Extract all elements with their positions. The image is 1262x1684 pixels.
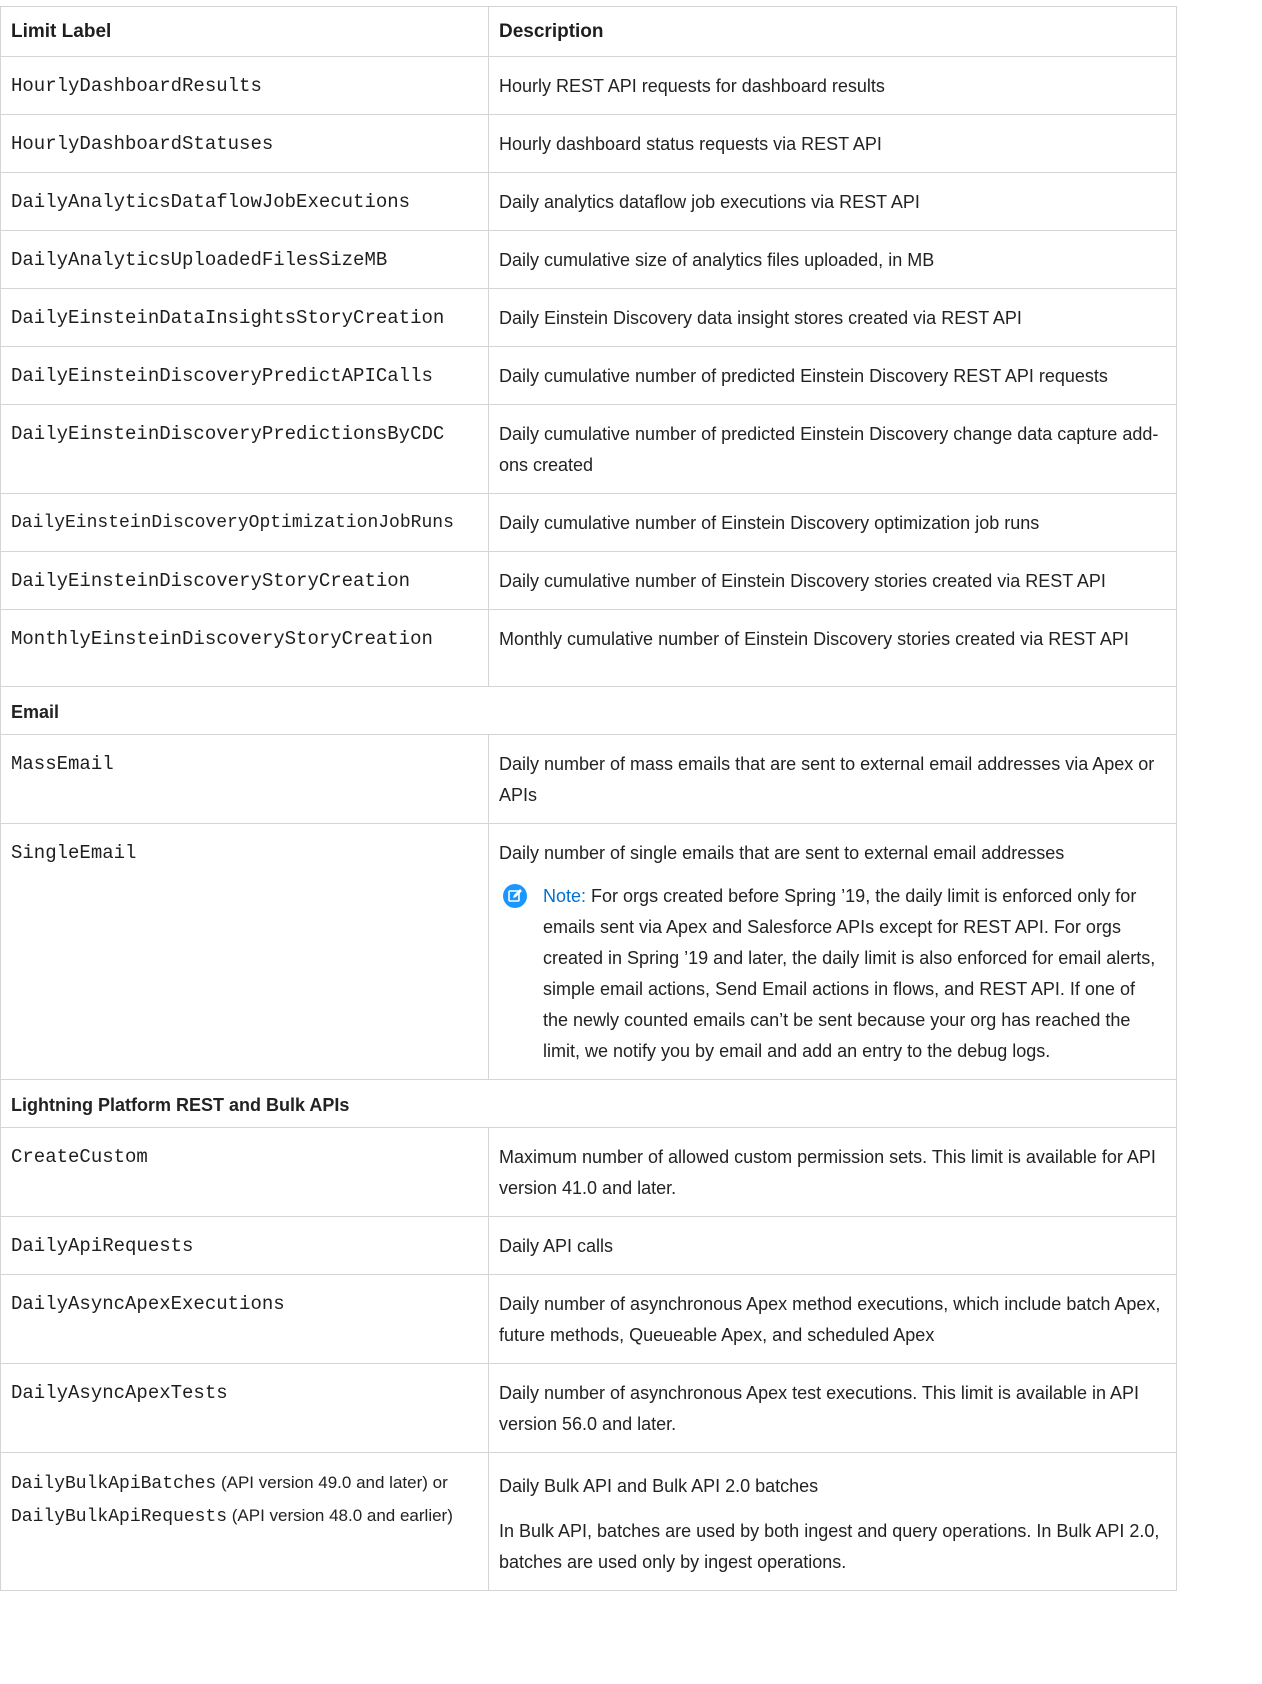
table-row: MassEmail Daily number of mass emails th… — [0, 734, 1177, 824]
note-text: For orgs created before Spring ’19, the … — [543, 886, 1156, 1061]
limit-description: Daily analytics dataflow job executions … — [488, 172, 1177, 231]
limit-label: DailyEinsteinDiscoveryOptimizationJobRun… — [11, 513, 454, 533]
table-row: DailyAsyncApexExecutions Daily number of… — [0, 1274, 1177, 1364]
table-row: DailyAnalyticsUploadedFilesSizeMB Daily … — [0, 230, 1177, 289]
section-heading: Lightning Platform REST and Bulk APIs — [0, 1079, 1177, 1128]
column-header-description: Description — [488, 6, 1177, 57]
limit-description: Daily number of asynchronous Apex method… — [488, 1274, 1177, 1364]
note-label: Note: — [543, 886, 587, 906]
limit-description: Hourly REST API requests for dashboard r… — [488, 56, 1177, 115]
table-row: DailyBulkApiBatches (API version 49.0 an… — [0, 1452, 1177, 1591]
limit-description: Daily cumulative number of predicted Ein… — [488, 346, 1177, 405]
table-row: DailyApiRequests Daily API calls — [0, 1216, 1177, 1275]
column-header-limit-label: Limit Label — [0, 6, 489, 57]
limit-description: Monthly cumulative number of Einstein Di… — [488, 609, 1177, 687]
limit-description: Hourly dashboard status requests via RES… — [488, 114, 1177, 173]
limit-label: DailyBulkApiBatches (API version 49.0 an… — [0, 1452, 489, 1591]
note-callout: Note: For orgs created before Spring ’19… — [499, 881, 1164, 1067]
limit-description-detail: In Bulk API, batches are used by both in… — [499, 1521, 1160, 1572]
limit-label: MassEmail — [11, 753, 114, 775]
limit-label: DailyEinsteinDiscoveryStoryCreation — [11, 570, 411, 592]
limit-label: SingleEmail — [11, 842, 137, 864]
table-row: DailyAnalyticsDataflowJobExecutions Dail… — [0, 172, 1177, 231]
table-row: SingleEmail Daily number of single email… — [0, 823, 1177, 1080]
section-row-email: Email — [0, 686, 1177, 735]
edit-note-icon — [503, 884, 527, 908]
table-row: DailyEinsteinDiscoveryPredictAPICalls Da… — [0, 346, 1177, 405]
table-row: CreateCustom Maximum number of allowed c… — [0, 1127, 1177, 1217]
table-header-row: Limit Label Description — [0, 6, 1177, 57]
limit-label: DailyEinsteinDataInsightsStoryCreation — [11, 307, 445, 329]
limit-description: Daily cumulative number of Einstein Disc… — [488, 551, 1177, 610]
table-row: DailyEinsteinDiscoveryStoryCreation Dail… — [0, 551, 1177, 610]
limit-label: DailyApiRequests — [11, 1235, 194, 1257]
limit-description: Daily number of asynchronous Apex test e… — [488, 1363, 1177, 1453]
limit-description: Daily cumulative number of predicted Ein… — [488, 404, 1177, 494]
limit-label: DailyAsyncApexTests — [11, 1382, 228, 1404]
limit-description: Maximum number of allowed custom permiss… — [488, 1127, 1177, 1217]
table-row: DailyEinsteinDiscoveryOptimizationJobRun… — [0, 493, 1177, 552]
limit-description: Daily number of mass emails that are sen… — [488, 734, 1177, 824]
table-row: DailyAsyncApexTests Daily number of asyn… — [0, 1363, 1177, 1453]
table-row: HourlyDashboardResults Hourly REST API r… — [0, 56, 1177, 115]
section-heading: Email — [0, 686, 1177, 735]
limit-description: Daily number of single emails that are s… — [499, 843, 1065, 863]
limit-description: Daily API calls — [488, 1216, 1177, 1275]
table-row: MonthlyEinsteinDiscoveryStoryCreation Mo… — [0, 609, 1177, 687]
limit-description: Daily Bulk API and Bulk API 2.0 batches — [499, 1476, 819, 1496]
limit-description: Daily cumulative number of Einstein Disc… — [488, 493, 1177, 552]
section-row-rest-bulk: Lightning Platform REST and Bulk APIs — [0, 1079, 1177, 1128]
limit-label: DailyAnalyticsUploadedFilesSizeMB — [11, 249, 388, 271]
table-row: DailyEinsteinDiscoveryPredictionsByCDC D… — [0, 404, 1177, 494]
limit-label: HourlyDashboardResults — [11, 75, 262, 97]
limit-label: MonthlyEinsteinDiscoveryStoryCreation — [11, 628, 433, 650]
limit-description: Daily Einstein Discovery data insight st… — [488, 288, 1177, 347]
limit-label: DailyEinsteinDiscoveryPredictionsByCDC — [11, 423, 445, 445]
table-row: HourlyDashboardStatuses Hourly dashboard… — [0, 114, 1177, 173]
limit-label: HourlyDashboardStatuses — [11, 133, 274, 155]
limit-description: Daily cumulative size of analytics files… — [488, 230, 1177, 289]
limit-label: CreateCustom — [11, 1146, 148, 1168]
limit-label: DailyEinsteinDiscoveryPredictAPICalls — [11, 365, 433, 387]
limit-label: DailyAnalyticsDataflowJobExecutions — [11, 191, 411, 213]
limit-label: DailyAsyncApexExecutions — [11, 1293, 285, 1315]
limits-table: Limit Label Description HourlyDashboardR… — [0, 6, 1177, 1591]
table-row: DailyEinsteinDataInsightsStoryCreation D… — [0, 288, 1177, 347]
